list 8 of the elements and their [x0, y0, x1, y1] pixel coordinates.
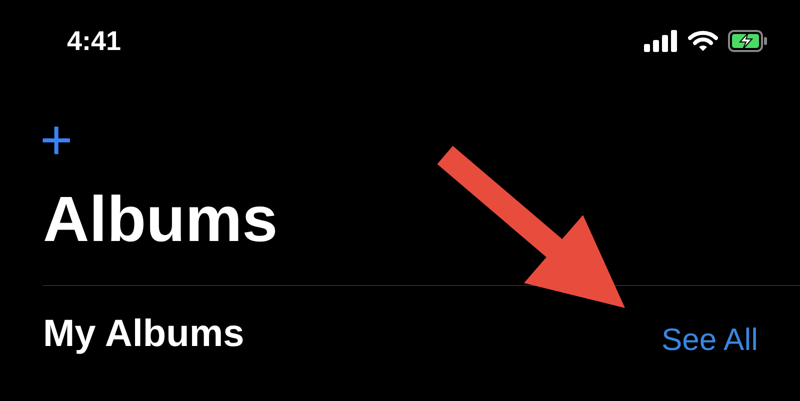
page-title: Albums	[42, 187, 279, 251]
status-time: 4:41	[67, 28, 122, 54]
wifi-icon	[688, 30, 718, 52]
add-button[interactable]: +	[38, 120, 75, 160]
signal-icon	[644, 30, 678, 52]
section-title: My Albums	[43, 314, 244, 352]
see-all-link[interactable]: See All	[661, 324, 758, 355]
battery-icon	[728, 30, 768, 52]
